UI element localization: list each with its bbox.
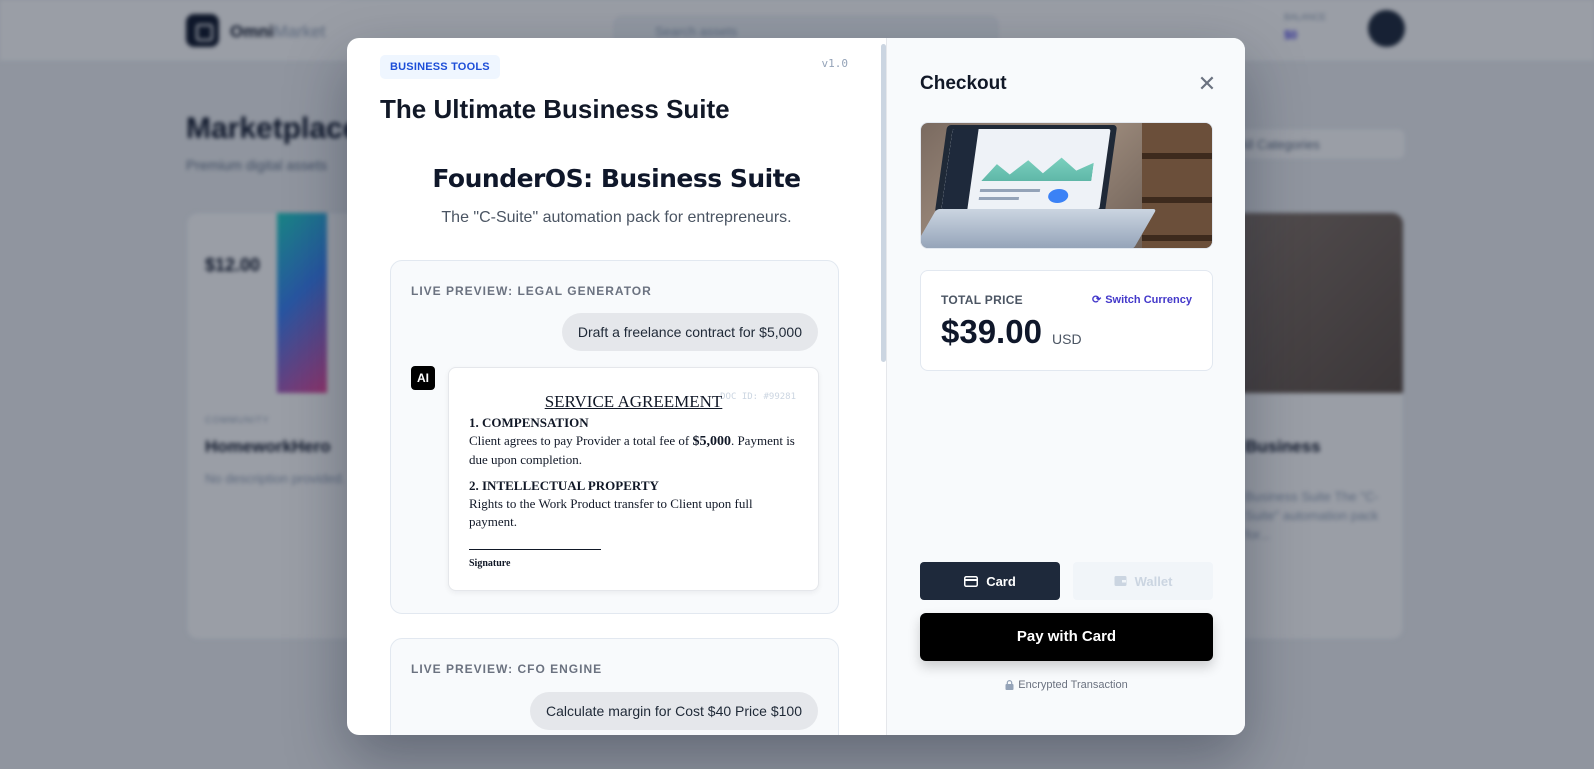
- preview-label: LIVE PREVIEW: CFO ENGINE: [411, 662, 603, 676]
- tab-wallet[interactable]: Wallet: [1073, 562, 1213, 600]
- secure-note: Encrypted Transaction: [920, 679, 1213, 691]
- doc-paragraph: Client agrees to pay Provider a total fe…: [469, 433, 795, 467]
- preview-label: LIVE PREVIEW: LEGAL GENERATOR: [411, 284, 652, 298]
- tab-card[interactable]: Card: [920, 562, 1060, 600]
- tab-wallet-label: Wallet: [1134, 573, 1173, 589]
- doc-paragraph: Rights to the Work Product transfer to C…: [469, 496, 753, 529]
- laptop-illustration: [934, 125, 1118, 213]
- doc-title: SERVICE AGREEMENT: [544, 392, 723, 411]
- signature-line: [469, 549, 601, 550]
- shelf-decoration: [1142, 123, 1212, 248]
- category-badge: BUSINESS TOOLS: [380, 55, 500, 79]
- credit-card-icon: [964, 575, 979, 587]
- switch-currency-label: Switch Currency: [1105, 293, 1192, 306]
- doc-heading: 1. COMPENSATION: [469, 415, 589, 430]
- doc-heading: 2. INTELLECTUAL PROPERTY: [469, 478, 659, 493]
- switch-currency-button[interactable]: ⟳ Switch Currency: [1091, 293, 1192, 307]
- checkout-panel: Checkout ✕ TOTAL PRICE ⟳ Switch Currency: [886, 38, 1245, 735]
- signature-label: Signature: [469, 558, 511, 569]
- version-label: v1.0: [821, 57, 849, 70]
- price-summary: TOTAL PRICE ⟳ Switch Currency $39.00 USD: [920, 270, 1213, 371]
- product-image: [920, 122, 1213, 249]
- hero-subtitle: The "C-Suite" automation pack for entrep…: [441, 209, 792, 226]
- total-price: $39.00: [941, 313, 1042, 350]
- hero-title: FounderOS: Business Suite: [432, 164, 801, 193]
- lock-icon: [1005, 680, 1014, 690]
- checkout-modal: BUSINESS TOOLS v1.0 The Ultimate Busines…: [347, 38, 1245, 735]
- keyboard-illustration: [921, 209, 1157, 248]
- refresh-icon: ⟳: [1091, 294, 1102, 306]
- product-details-panel: BUSINESS TOOLS v1.0 The Ultimate Busines…: [347, 38, 886, 735]
- pay-with-card-button[interactable]: Pay with Card: [920, 613, 1213, 661]
- product-title: The Ultimate Business Suite: [380, 94, 730, 124]
- tab-card-label: Card: [986, 573, 1016, 589]
- wallet-icon: [1114, 576, 1127, 586]
- secure-note-text: Encrypted Transaction: [1018, 679, 1128, 691]
- close-icon[interactable]: ✕: [1195, 72, 1219, 96]
- checkout-title: Checkout: [920, 73, 1007, 94]
- prompt-bubble: Draft a freelance contract for $5,000: [561, 313, 818, 351]
- ai-avatar: AI: [411, 366, 435, 390]
- cfo-preview: LIVE PREVIEW: CFO ENGINE Calculate margi…: [390, 638, 839, 735]
- currency-code: USD: [1052, 331, 1082, 347]
- prompt-bubble: Calculate margin for Cost $40 Price $100: [529, 692, 818, 730]
- total-price-label: TOTAL PRICE: [941, 293, 1023, 307]
- legal-preview: LIVE PREVIEW: LEGAL GENERATOR Draft a fr…: [390, 260, 839, 614]
- contract-document: DOC ID: #99281 SERVICE AGREEMENT 1. COMP…: [448, 367, 819, 591]
